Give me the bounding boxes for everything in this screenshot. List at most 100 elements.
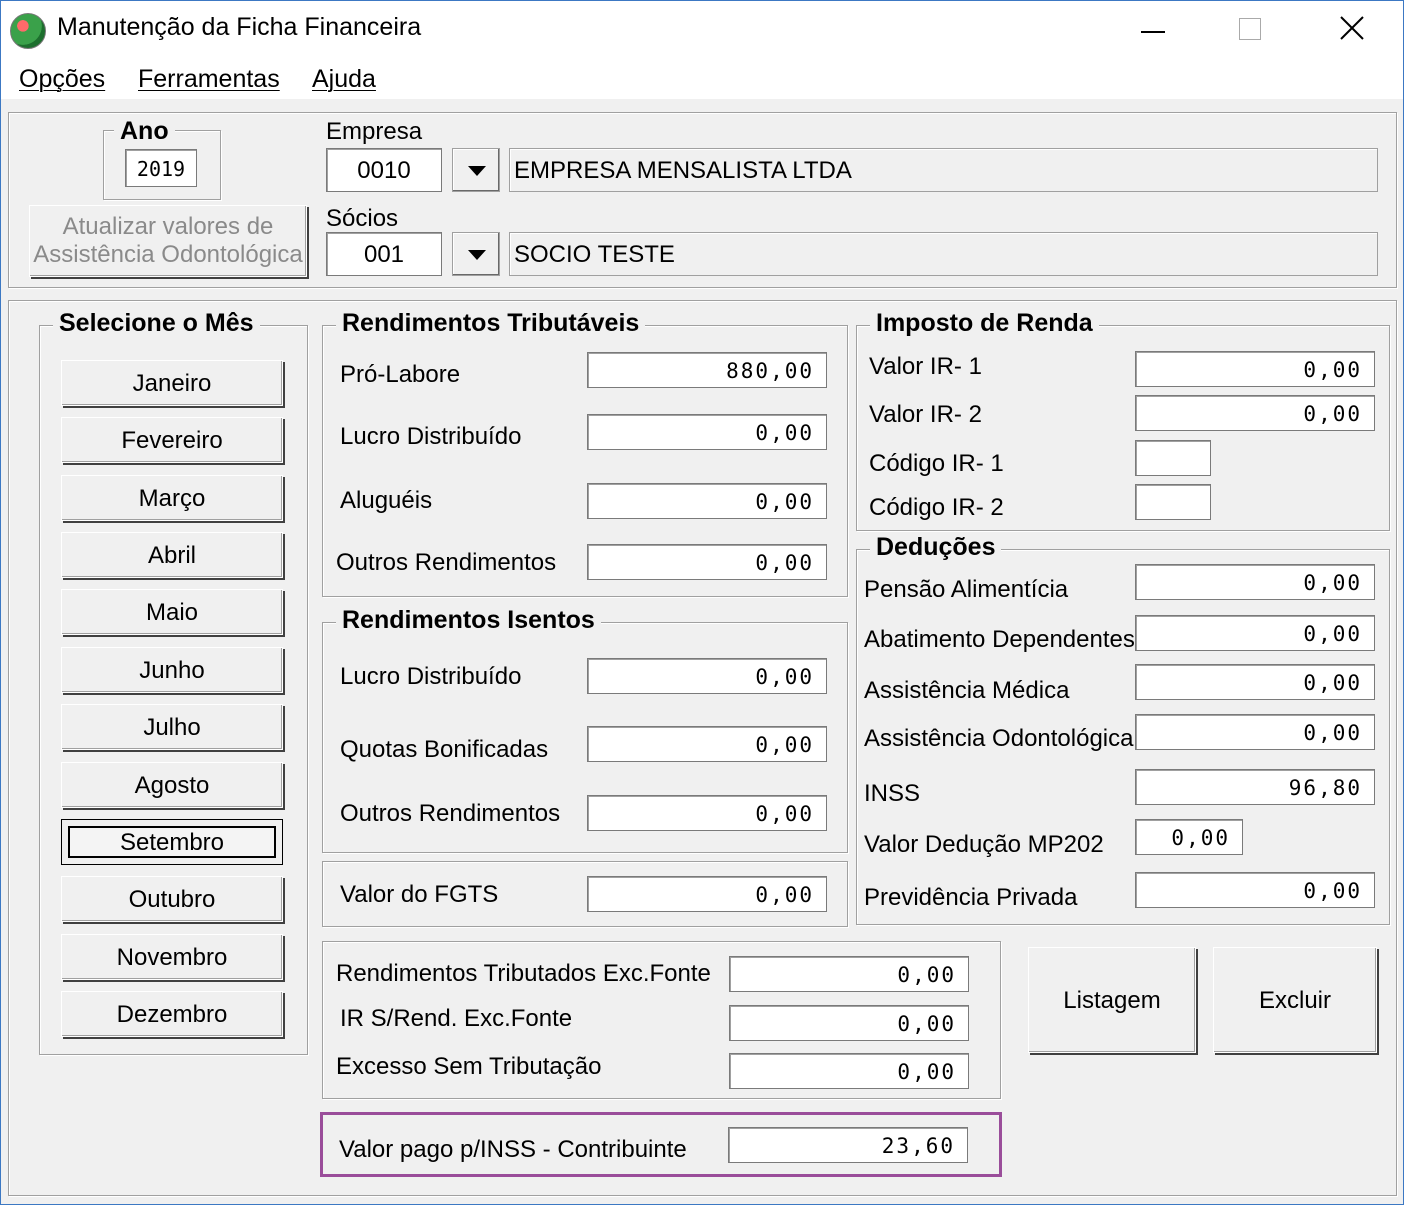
pensao-alimenticia-label: Pensão Alimentícia bbox=[864, 576, 1069, 603]
close-icon bbox=[1340, 16, 1364, 40]
previdencia-privada-input[interactable]: 0,00 bbox=[1135, 872, 1375, 908]
rend-tributados-exc-fonte-input[interactable]: 0,00 bbox=[729, 956, 969, 992]
pro-labore-label: Pró-Labore bbox=[340, 361, 461, 388]
minimize-icon bbox=[1141, 31, 1165, 33]
inss-contribuinte-label: Valor pago p/INSS - Contribuinte bbox=[339, 1136, 687, 1163]
fgts-group: Valor do FGTS 0,00 bbox=[322, 861, 848, 927]
window-title: Manutenção da Ficha Financeira bbox=[57, 13, 422, 41]
socio-name-display: SOCIO TESTE bbox=[509, 232, 1378, 276]
month-button-fevereiro[interactable]: Fevereiro bbox=[61, 417, 283, 463]
isentos-lucro-input[interactable]: 0,00 bbox=[587, 658, 827, 694]
close-button[interactable] bbox=[1303, 1, 1399, 57]
codigo-ir-1-label: Código IR- 1 bbox=[869, 450, 1004, 477]
inss-input[interactable]: 96,80 bbox=[1135, 769, 1375, 805]
valor-ir-2-input[interactable]: 0,00 bbox=[1135, 395, 1375, 431]
codigo-ir-2-input[interactable] bbox=[1135, 484, 1211, 520]
month-button-janeiro[interactable]: Janeiro bbox=[61, 360, 283, 406]
empresa-name-display: EMPRESA MENSALISTA LTDA bbox=[509, 148, 1378, 192]
excesso-sem-tributacao-label: Excesso Sem Tributação bbox=[336, 1053, 602, 1080]
title-bar: Manutenção da Ficha Financeira bbox=[1, 1, 1403, 57]
inss-contribuinte-highlight: Valor pago p/INSS - Contribuinte 23,60 bbox=[320, 1112, 1002, 1177]
tributaveis-group: Rendimentos Tributáveis Pró-Labore 880,0… bbox=[322, 309, 848, 597]
valor-ir-2-label: Valor IR- 2 bbox=[869, 401, 982, 428]
valor-ir-1-input[interactable]: 0,00 bbox=[1135, 351, 1375, 387]
codigo-ir-2-label: Código IR- 2 bbox=[869, 494, 1004, 521]
quotas-bonificadas-input[interactable]: 0,00 bbox=[587, 726, 827, 762]
quotas-bonificadas-label: Quotas Bonificadas bbox=[340, 736, 549, 763]
isentos-outros-label: Outros Rendimentos bbox=[340, 800, 561, 827]
alugueis-input[interactable]: 0,00 bbox=[587, 483, 827, 519]
alugueis-label: Aluguéis bbox=[340, 487, 433, 514]
month-button-marco[interactable]: Março bbox=[61, 475, 283, 521]
outros-rendimentos-input[interactable]: 0,00 bbox=[587, 544, 827, 580]
month-button-junho[interactable]: Junho bbox=[61, 647, 283, 693]
assistencia-medica-input[interactable]: 0,00 bbox=[1135, 664, 1375, 700]
update-odontologica-button: Atualizar valores de Assistência Odontol… bbox=[29, 205, 307, 277]
chevron-down-icon bbox=[468, 166, 486, 176]
empresa-dropdown-button[interactable] bbox=[452, 148, 500, 192]
tributaveis-title: Rendimentos Tributáveis bbox=[336, 309, 646, 338]
assistencia-odontologica-input[interactable]: 0,00 bbox=[1135, 714, 1375, 750]
valor-deducao-mp202-label: Valor Dedução MP202 bbox=[864, 831, 1104, 858]
pensao-alimenticia-input[interactable]: 0,00 bbox=[1135, 564, 1375, 600]
maximize-icon bbox=[1239, 18, 1261, 40]
lucro-distribuido-input[interactable]: 0,00 bbox=[587, 414, 827, 450]
month-button-agosto[interactable]: Agosto bbox=[61, 762, 283, 808]
main-window: Manutenção da Ficha Financeira Opções Fe… bbox=[0, 0, 1404, 1205]
assistencia-odontologica-label: Assistência Odontológica bbox=[864, 725, 1134, 752]
month-button-novembro[interactable]: Novembro bbox=[61, 934, 283, 980]
maximize-button[interactable] bbox=[1201, 1, 1297, 57]
ano-group: Ano 2019 bbox=[103, 117, 221, 200]
month-button-abril[interactable]: Abril bbox=[61, 532, 283, 578]
previdencia-privada-label: Previdência Privada bbox=[864, 884, 1078, 911]
menu-ajuda[interactable]: Ajuda bbox=[312, 65, 376, 94]
pro-labore-input[interactable]: 880,00 bbox=[587, 352, 827, 388]
main-panel: Selecione o Mês Janeiro Fevereiro Março … bbox=[8, 300, 1397, 1196]
isentos-outros-input[interactable]: 0,00 bbox=[587, 795, 827, 831]
menu-opcoes[interactable]: Opções bbox=[19, 65, 105, 94]
app-globe-icon bbox=[10, 13, 46, 49]
month-button-outubro[interactable]: Outubro bbox=[61, 876, 283, 922]
month-button-setembro-label: Setembro bbox=[68, 826, 276, 858]
ano-label: Ano bbox=[114, 117, 175, 146]
month-button-setembro[interactable]: Setembro bbox=[61, 819, 283, 865]
outros-rendimentos-label: Outros Rendimentos bbox=[336, 549, 557, 576]
abatimento-dependentes-label: Abatimento Dependentes bbox=[864, 626, 1135, 653]
excesso-sem-tributacao-input[interactable]: 0,00 bbox=[729, 1053, 969, 1089]
fgts-label: Valor do FGTS bbox=[340, 881, 499, 908]
empresa-code-input[interactable]: 0010 bbox=[326, 148, 442, 192]
ir-rend-exc-fonte-input[interactable]: 0,00 bbox=[729, 1005, 969, 1041]
ano-input[interactable]: 2019 bbox=[125, 149, 197, 187]
isentos-group: Rendimentos Isentos Lucro Distribuído 0,… bbox=[322, 606, 848, 853]
valor-deducao-mp202-input[interactable]: 0,00 bbox=[1135, 819, 1243, 855]
isentos-title: Rendimentos Isentos bbox=[336, 606, 601, 635]
imposto-renda-title: Imposto de Renda bbox=[870, 309, 1099, 338]
exc-fonte-group: Rendimentos Tributados Exc.Fonte 0,00 IR… bbox=[322, 941, 1001, 1099]
minimize-button[interactable] bbox=[1105, 1, 1201, 57]
menu-bar: Opções Ferramentas Ajuda bbox=[1, 57, 1403, 99]
lucro-distribuido-label: Lucro Distribuído bbox=[340, 423, 522, 450]
socio-dropdown-button[interactable] bbox=[452, 232, 500, 276]
menu-ferramentas[interactable]: Ferramentas bbox=[138, 65, 280, 94]
month-button-maio[interactable]: Maio bbox=[61, 589, 283, 635]
socio-code-input[interactable]: 001 bbox=[326, 232, 442, 276]
rend-tributados-exc-fonte-label: Rendimentos Tributados Exc.Fonte bbox=[336, 960, 711, 987]
abatimento-dependentes-input[interactable]: 0,00 bbox=[1135, 615, 1375, 651]
month-button-julho[interactable]: Julho bbox=[61, 704, 283, 750]
inss-label: INSS bbox=[864, 780, 921, 807]
isentos-lucro-label: Lucro Distribuído bbox=[340, 663, 522, 690]
month-group-title: Selecione o Mês bbox=[53, 309, 260, 338]
listagem-button[interactable]: Listagem bbox=[1028, 947, 1196, 1053]
codigo-ir-1-input[interactable] bbox=[1135, 440, 1211, 476]
month-button-dezembro[interactable]: Dezembro bbox=[61, 991, 283, 1037]
month-group: Selecione o Mês Janeiro Fevereiro Março … bbox=[39, 309, 308, 1055]
chevron-down-icon bbox=[468, 250, 486, 260]
update-button-line2: Assistência Odontológica bbox=[33, 241, 303, 268]
inss-contribuinte-input[interactable]: 23,60 bbox=[728, 1127, 968, 1163]
ir-rend-exc-fonte-label: IR S/Rend. Exc.Fonte bbox=[340, 1005, 573, 1032]
socios-label: Sócios bbox=[326, 205, 399, 232]
fgts-input[interactable]: 0,00 bbox=[587, 876, 827, 912]
empresa-label: Empresa bbox=[326, 118, 423, 145]
excluir-button[interactable]: Excluir bbox=[1213, 947, 1377, 1053]
assistencia-medica-label: Assistência Médica bbox=[864, 677, 1070, 704]
